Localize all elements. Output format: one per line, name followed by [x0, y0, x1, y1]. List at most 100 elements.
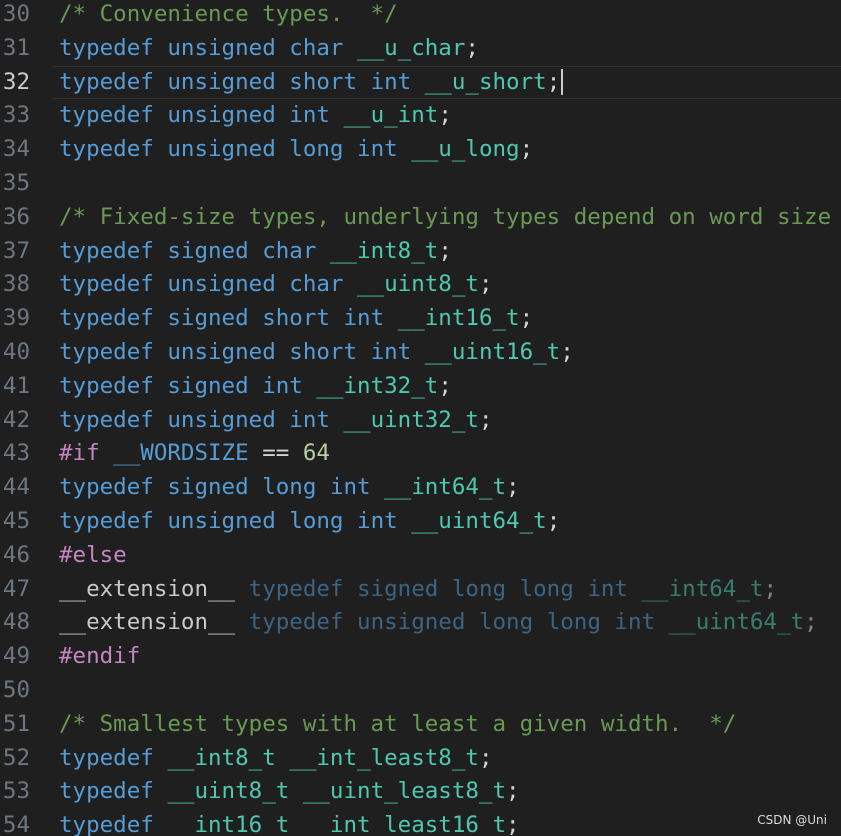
- line-number: 52: [2, 744, 30, 771]
- code-token: typedef: [59, 271, 154, 298]
- code-line[interactable]: 39 typedef signed short int __int16_t;: [0, 302, 841, 336]
- code-token: unsigned: [167, 339, 276, 365]
- code-token: typedef: [59, 34, 154, 61]
- code-line[interactable]: 52 typedef __int8_t __int_least8_t;: [0, 742, 841, 776]
- watermark: CSDN @Uni: [757, 813, 827, 827]
- code-token: long: [478, 609, 534, 636]
- code-line[interactable]: 33 typedef unsigned int __u_int;: [0, 99, 841, 133]
- code-line[interactable]: 45 typedef unsigned long int __uint64_t;: [0, 505, 841, 539]
- code-token: signed: [167, 237, 249, 264]
- line-code: typedef unsigned int __u_int;: [59, 99, 452, 133]
- code-token: unsigned: [167, 68, 276, 95]
- code-line[interactable]: 37 typedef signed char __int8_t;: [0, 235, 841, 269]
- code-line[interactable]: 35: [0, 167, 841, 201]
- line-number: 38: [2, 271, 30, 298]
- code-token: __int_least8_t: [289, 744, 479, 771]
- code-line[interactable]: 54 typedef __int16_t __int_least16_t;: [0, 809, 841, 836]
- code-token: typedef: [59, 406, 154, 433]
- line-number: 43: [2, 440, 30, 467]
- code-token: /* Fixed-size types, underlying types de…: [59, 203, 832, 230]
- code-line[interactable]: 30 /* Convenience types. */: [0, 0, 841, 32]
- code-line[interactable]: 34 typedef unsigned long int __u_long;: [0, 133, 841, 167]
- code-editor[interactable]: 30 /* Convenience types. */ 31 typedef unsi…: [0, 0, 841, 836]
- code-token: unsigned: [167, 271, 276, 298]
- line-number: 47: [2, 575, 30, 602]
- code-line[interactable]: 44 typedef signed long int __int64_t;: [0, 471, 841, 505]
- code-token: int: [289, 406, 330, 433]
- code-token: typedef: [248, 575, 344, 602]
- line-number: 30: [2, 1, 30, 27]
- line-number: 54: [2, 812, 30, 836]
- code-line[interactable]: 53 typedef __uint8_t __uint_least8_t;: [0, 775, 841, 809]
- code-token: ;: [438, 372, 452, 399]
- code-token: __extension__: [59, 609, 236, 636]
- code-token: __int_least16_t: [302, 812, 507, 836]
- code-token: ;: [478, 271, 493, 298]
- code-token: ;: [438, 102, 452, 129]
- code-token: unsigned: [167, 406, 276, 433]
- code-line[interactable]: 47 __extension__ typedef signed long long…: [0, 573, 841, 607]
- line-code: typedef unsigned char __uint8_t;: [59, 268, 493, 302]
- code-token: short: [289, 68, 358, 95]
- code-line[interactable]: 42 typedef unsigned int __uint32_t;: [0, 404, 841, 438]
- code-token: __int32_t: [316, 372, 439, 399]
- code-line[interactable]: 48 __extension__ typedef unsigned long lo…: [0, 606, 841, 640]
- code-token: long: [289, 508, 344, 534]
- code-token: __int64_t: [384, 474, 507, 501]
- code-line[interactable]: 43 #if __WORDSIZE == 64: [0, 437, 841, 471]
- line-number: 53: [2, 778, 30, 805]
- code-token: #else: [59, 541, 127, 568]
- line-code: /* Smallest types with at least a given …: [59, 708, 736, 742]
- code-token: typedef: [59, 305, 154, 332]
- line-code: #if __WORDSIZE == 64: [59, 437, 330, 471]
- code-token: unsigned: [167, 34, 276, 61]
- code-token: typedef: [59, 102, 154, 129]
- code-token: __int8_t: [329, 237, 439, 264]
- code-line[interactable]: 31 typedef unsigned char __u_char;: [0, 32, 841, 66]
- code-line[interactable]: 38 typedef unsigned char __uint8_t;: [0, 268, 841, 302]
- code-token: ;: [763, 575, 777, 602]
- code-line[interactable]: 51 /* Smallest types with at least a give…: [0, 708, 841, 742]
- line-code: typedef unsigned long int __uint64_t;: [59, 505, 560, 539]
- code-token: char: [262, 237, 317, 264]
- code-line[interactable]: 40 typedef unsigned short int __uint16_t;: [0, 336, 841, 370]
- line-code: /* Fixed-size types, underlying types de…: [59, 201, 831, 235]
- line-number: 42: [2, 406, 30, 433]
- code-line[interactable]: 36 /* Fixed-size types, underlying types …: [0, 201, 841, 235]
- code-token: ;: [804, 609, 818, 636]
- code-line[interactable]: 50: [0, 674, 841, 708]
- code-token: __uint32_t: [343, 406, 479, 433]
- code-token: __uint8_t: [167, 778, 290, 805]
- code-token: typedef: [59, 508, 154, 534]
- code-token: unsigned: [357, 609, 466, 636]
- code-line[interactable]: 49 #endif: [0, 640, 841, 674]
- code-token: ==: [262, 440, 290, 467]
- code-token: signed: [167, 372, 249, 399]
- code-token: long: [546, 609, 601, 636]
- code-line[interactable]: 32 typedef unsigned short int __u_short;: [0, 65, 841, 100]
- code-line[interactable]: 41 typedef signed int __int32_t;: [0, 370, 841, 404]
- code-line[interactable]: 46 #else: [0, 539, 841, 573]
- code-token: int: [614, 609, 656, 636]
- code-token: unsigned: [167, 102, 276, 129]
